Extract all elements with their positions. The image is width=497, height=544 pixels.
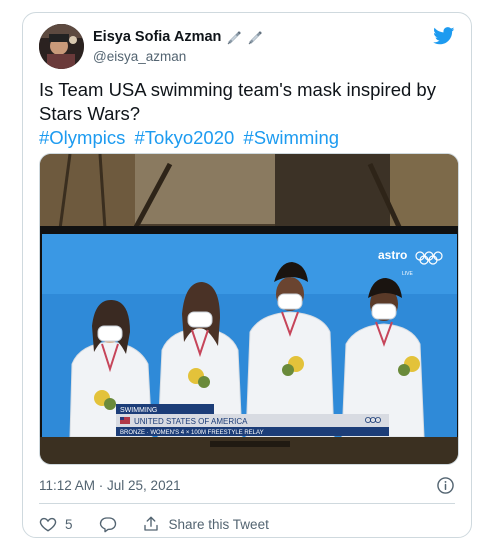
author-handle[interactable]: @eisya_azman [93,49,186,64]
tweet-photo[interactable]: astro LIVE SWIMMING UNITED STATES OF AME… [39,153,459,465]
syringe-icon [249,30,263,44]
tweet-text: Is Team USA swimming team's mask inspire… [39,79,436,124]
tweet-timestamp[interactable]: 11:12 AM · Jul 25, 2021 [39,478,181,493]
share-label: Share this Tweet [168,516,269,532]
author-name-row[interactable]: Eisya Sofia Azman [93,29,263,45]
display-name[interactable]: Eisya Sofia Azman [93,29,221,45]
heart-icon [39,517,57,532]
divider [39,503,455,504]
country-label: UNITED STATES OF AMERICA [134,417,248,426]
tweet-actions: 5 Share this Tweet [39,513,269,535]
hashtags: #Olympics #Tokyo2020 #Swimming [39,126,343,150]
twitter-bird-icon[interactable] [433,27,455,45]
reply-icon [99,517,116,533]
tweet-card: Eisya Sofia Azman @eisya_azman Is Team U… [22,12,472,538]
result-label: BRONZE · WOMEN'S 4 × 100M FREESTYLE RELA… [120,430,264,436]
like-count: 5 [65,516,73,532]
share-button[interactable]: Share this Tweet [142,515,269,533]
hashtag-link[interactable]: #Tokyo2020 [135,127,235,148]
info-icon[interactable] [437,477,454,494]
avatar[interactable] [39,24,84,69]
like-button[interactable]: 5 [39,515,73,533]
event-label: SWIMMING [120,407,157,414]
broadcaster-logo: astro [378,248,407,262]
share-icon [143,516,158,531]
live-label: LIVE [402,271,414,277]
hashtag-link[interactable]: #Olympics [39,127,125,148]
syringe-icon [228,30,242,44]
hashtag-link[interactable]: #Swimming [243,127,339,148]
reply-button[interactable] [99,515,117,533]
